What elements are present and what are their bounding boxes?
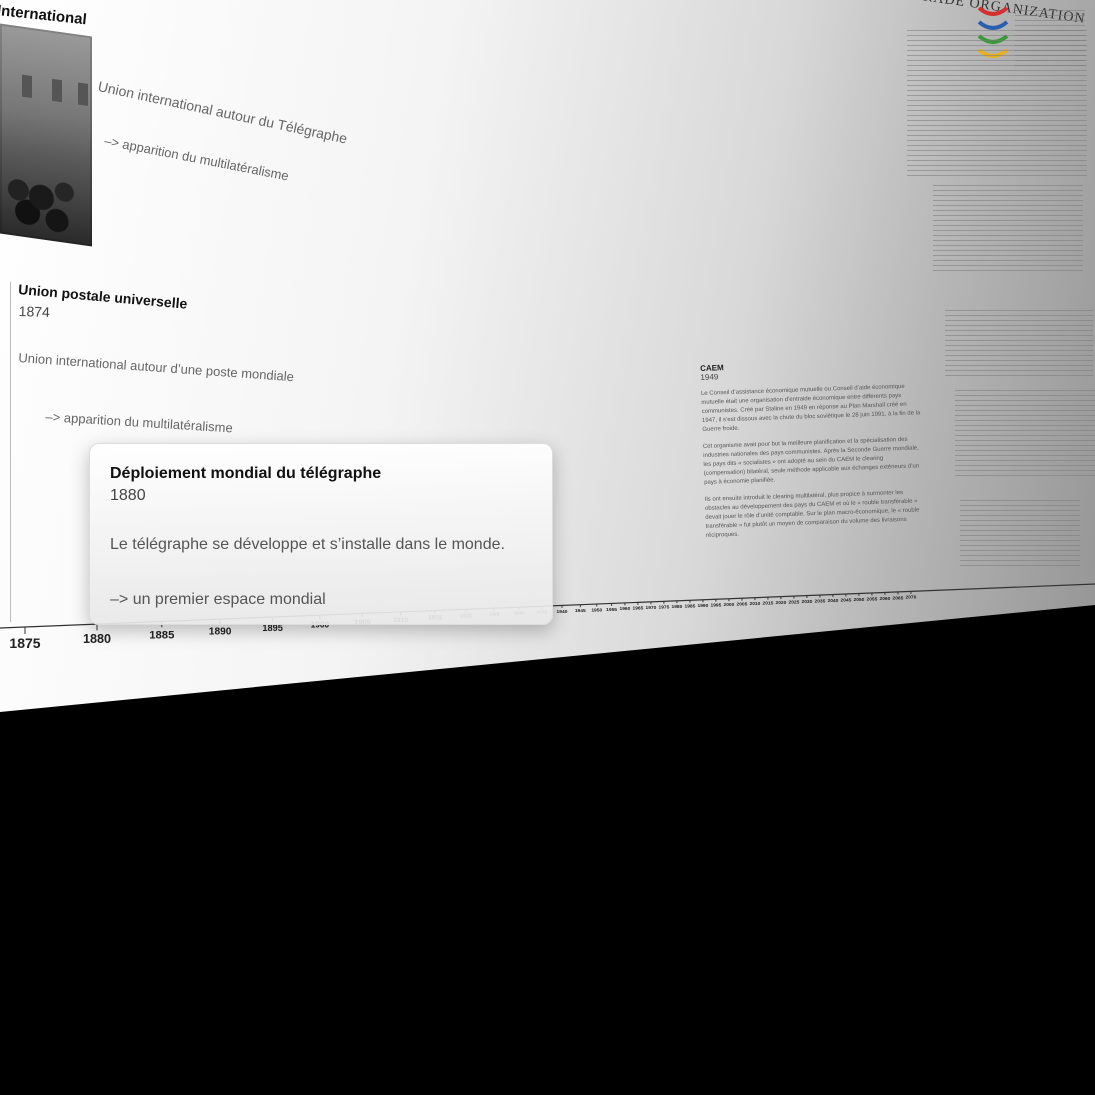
timeline-tick-label[interactable]: 1960 <box>619 606 630 612</box>
card-note: –> un premier espace mondial <box>110 591 326 608</box>
timeline-tick-label[interactable]: 2005 <box>736 602 747 608</box>
event-card-selected[interactable]: Déploiement mondial du télégraphe 1880 L… <box>89 443 553 625</box>
timeline-tick-label[interactable]: 2035 <box>814 598 825 604</box>
timeline-tick-label[interactable]: 2070 <box>905 595 916 601</box>
timeline-tick-label[interactable]: 1985 <box>684 604 695 610</box>
timeline-tick-label[interactable]: 1975 <box>658 605 669 611</box>
timeline-tick-label[interactable]: 2060 <box>879 596 890 602</box>
timeline-tick-label[interactable]: 1995 <box>710 603 721 609</box>
timeline-tick-label[interactable]: 1955 <box>606 607 617 613</box>
timeline-tick-label[interactable]: 2065 <box>892 595 903 601</box>
timeline-tick-label[interactable]: 1980 <box>671 604 682 610</box>
timeline-tick-label[interactable]: 1970 <box>645 605 656 611</box>
timeline-tick-label[interactable]: 2050 <box>853 597 864 603</box>
timeline-tick-label[interactable]: 2025 <box>788 599 799 605</box>
timeline-tick-label[interactable]: 1875 <box>9 635 40 651</box>
timeline-tick-label[interactable]: 2055 <box>866 596 877 602</box>
timeline-tick-label[interactable]: 2010 <box>749 601 760 607</box>
timeline-tick-label[interactable]: 2040 <box>827 598 838 604</box>
timeline-tick-label[interactable]: 2045 <box>840 597 851 603</box>
timeline-sheet: International Union international autour… <box>0 0 1095 712</box>
timeline-tick-label[interactable]: 1945 <box>575 608 586 614</box>
timeline-tick-label[interactable]: 1880 <box>83 632 111 646</box>
timeline-tick-label[interactable]: 1990 <box>697 603 708 609</box>
card-description: Le télégraphe se développe et s’installe… <box>110 536 505 553</box>
timeline-tick-label[interactable]: 2015 <box>762 600 773 606</box>
timeline-tick-label[interactable]: 1885 <box>149 630 174 642</box>
timeline-tick-label[interactable]: 1950 <box>591 607 602 613</box>
timeline-tick-label[interactable]: 1940 <box>557 609 568 615</box>
card-year: 1880 <box>110 487 146 504</box>
timeline-tick-label[interactable]: 1965 <box>632 606 643 612</box>
timeline-tick-label[interactable]: 2000 <box>723 602 734 608</box>
timeline-tick-label[interactable]: 1890 <box>209 626 232 637</box>
timeline-tick-label[interactable]: 2020 <box>775 600 786 606</box>
timeline-tick-label[interactable]: 2030 <box>801 599 812 605</box>
card-title: Déploiement mondial du télégraphe <box>110 465 382 482</box>
